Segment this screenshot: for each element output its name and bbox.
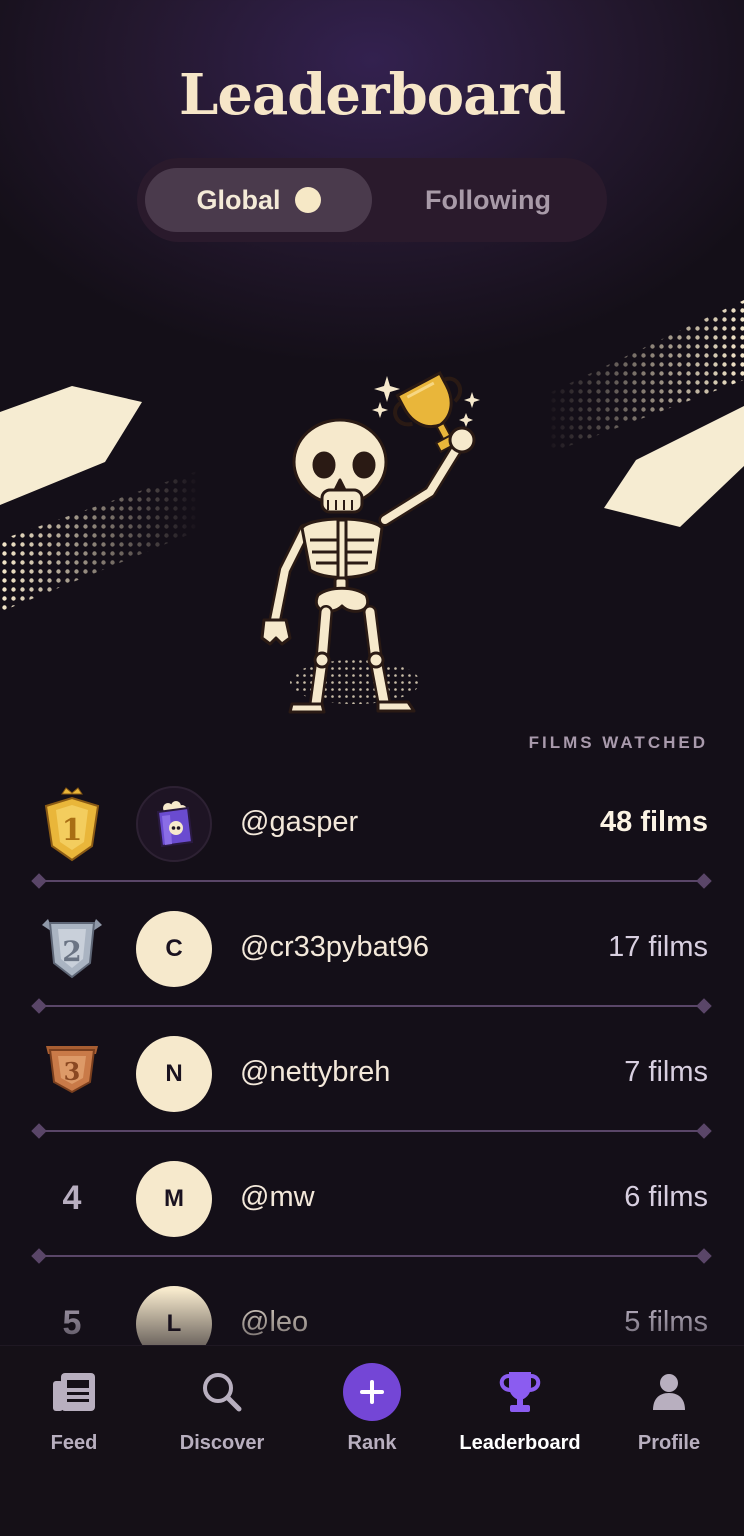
nav-item-feed[interactable]: Feed bbox=[0, 1364, 148, 1455]
plus-icon bbox=[360, 1380, 384, 1404]
rank-add-button[interactable] bbox=[343, 1363, 401, 1421]
divider bbox=[31, 873, 712, 1264]
nav-item-discover[interactable]: Discover bbox=[148, 1364, 296, 1455]
nav-label: Profile bbox=[637, 1432, 701, 1454]
bottom-nav: Feed Discover Rank Leaderboard Profile bbox=[0, 1345, 744, 1536]
nav-label: Rank bbox=[347, 1432, 397, 1454]
feed-icon bbox=[53, 1373, 95, 1411]
nav-label: Leaderboard bbox=[459, 1432, 581, 1454]
row-dividers bbox=[31, 873, 712, 1264]
nav-item-rank[interactable]: Rank bbox=[298, 1363, 446, 1455]
nav-label: Discover bbox=[179, 1432, 265, 1454]
search-icon bbox=[203, 1373, 242, 1412]
person-icon bbox=[653, 1374, 685, 1410]
nav-item-leaderboard[interactable]: Leaderboard bbox=[446, 1364, 594, 1455]
trophy-icon bbox=[499, 1372, 541, 1412]
nav-item-profile[interactable]: Profile bbox=[595, 1364, 743, 1455]
nav-label: Feed bbox=[50, 1432, 98, 1454]
